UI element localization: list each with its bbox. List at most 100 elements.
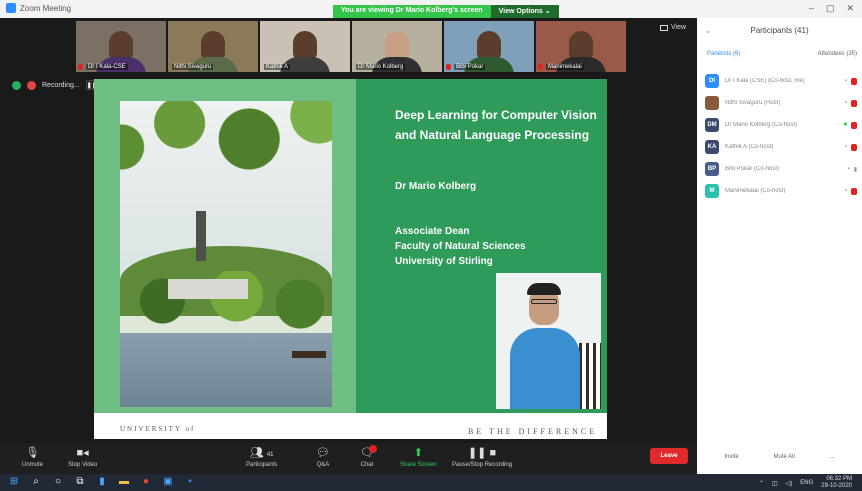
tile-name: Dr I Kala-CSE [86, 64, 128, 70]
cortana-icon[interactable]: ○ [52, 476, 64, 488]
zoom-app-icon[interactable]: ▪ [184, 476, 196, 488]
portrait-hair [527, 283, 561, 295]
participants-button[interactable]: 👥︎ 41 Participants [246, 446, 277, 468]
university-wordmark: UNIVERSITY of [120, 425, 196, 433]
video-icon: ▪ [844, 78, 847, 84]
pause-stop-recording-button[interactable]: ❚❚ ■ Pause/Stop Recording [452, 446, 512, 468]
participant-row[interactable]: DI Dr I Kala (CSE) (Co-host, me) ▪ [705, 70, 857, 92]
participant-avatar: M [705, 184, 719, 198]
video-icon: ▪ [847, 166, 850, 172]
windows-taskbar: ⊞ ⌕ ○ ⧉ ▮ ▬ ● ▣ ▪ ⌃ ◫ ◁) ENG 06:32 PM 29… [0, 474, 862, 491]
invite-button[interactable]: Invite [724, 454, 738, 460]
mic-muted-icon [538, 64, 543, 70]
affiliation-line: Faculty of Natural Sciences [395, 241, 526, 252]
mute-all-button[interactable]: Mute All [773, 454, 794, 460]
video-tile[interactable]: Kathik A [260, 21, 350, 72]
file-explorer-icon[interactable]: ▬ [118, 476, 130, 488]
security-shield-icon[interactable] [12, 80, 21, 90]
mic-muted-icon[interactable] [851, 99, 857, 107]
participants-label: Participants [246, 462, 278, 468]
tile-name: Bibi Pokar [454, 64, 486, 70]
more-button[interactable]: ... [830, 454, 835, 460]
tab-attendees[interactable]: Attendees (35) [818, 51, 857, 57]
maximize-button[interactable]: ▢ [826, 3, 835, 14]
stop-video-button[interactable]: ■◂ Stop Video [68, 446, 97, 468]
volume-icon[interactable]: ◁) [786, 480, 793, 487]
store-icon[interactable]: ▣ [162, 476, 174, 488]
portrait-glasses [531, 299, 557, 304]
participant-avatar: KA [705, 140, 719, 154]
leave-button[interactable]: Leave [650, 448, 688, 464]
share-screen-button[interactable]: ⬆ Share Screen [400, 446, 437, 468]
unmute-button[interactable]: 🎙︎ Unmute [22, 446, 43, 468]
share-banner-text: You are viewing Dr Mario Kolberg's scree… [333, 5, 491, 18]
mic-muted-icon [446, 64, 451, 70]
participant-row[interactable]: M Manimekalai (Co-host) ▪ [705, 180, 857, 202]
window-title-bar: Zoom Meeting You are viewing Dr Mario Ko… [0, 0, 862, 18]
search-icon[interactable]: ⌕ [30, 476, 42, 488]
shared-screen-slide: Deep Learning for Computer Vision and Na… [94, 79, 607, 439]
participant-name: Manimekalai (Co-host) [725, 188, 786, 194]
system-clock[interactable]: 06:32 PM 29-10-2020 [821, 476, 852, 490]
task-view-icon[interactable]: ⧉ [74, 476, 86, 488]
participant-row[interactable]: KA Kathik A (Co-host) ▪ [705, 136, 857, 158]
portrait-shirt [510, 328, 580, 409]
screen-share-banner: You are viewing Dr Mario Kolberg's scree… [333, 5, 559, 18]
network-icon[interactable]: ◫ [772, 480, 778, 487]
participants-title: Participants (41) [750, 26, 809, 35]
slide-title: Deep Learning for Computer Vision and Na… [395, 108, 597, 142]
view-options-button[interactable]: View Options ⌄ [490, 5, 559, 18]
chrome-icon[interactable]: ● [140, 476, 152, 488]
mic-muted-icon[interactable] [851, 121, 857, 129]
word-app-icon[interactable]: ▮ [96, 476, 108, 488]
participant-row[interactable]: Nithi Sivaguru (Host) ▪ [705, 92, 857, 114]
pause-stop-icon: ❚❚ ■ [467, 447, 497, 459]
affiliation-line: Associate Dean [395, 226, 470, 237]
video-tile[interactable]: Dr Mario Kolberg [352, 21, 442, 72]
participant-row[interactable]: DM Dr Mario Kolberg (Co-host) ■ [705, 114, 857, 136]
participants-panel: ⌄ Participants (41) Panelists (6) Attend… [697, 18, 862, 474]
slide-tagline: BE THE DIFFERENCE [468, 427, 598, 436]
windows-start-icon[interactable]: ⊞ [8, 476, 20, 488]
tab-panelists[interactable]: Panelists (6) [707, 51, 740, 57]
pause-stop-recording-label: Pause/Stop Recording [452, 462, 513, 468]
participant-name: Kathik A (Co-host) [725, 144, 774, 150]
video-tile[interactable]: Bibi Pokar [444, 21, 534, 72]
video-tile[interactable]: Manimekalai [536, 21, 626, 72]
language-indicator[interactable]: ENG [800, 480, 813, 486]
mic-muted-icon[interactable] [851, 187, 857, 195]
slide-footer: UNIVERSITY of BE THE DIFFERENCE [94, 413, 607, 439]
tile-name: Dr Mario Kolberg [356, 64, 406, 70]
gallery-view-button[interactable]: View [660, 24, 686, 31]
slide-author: Dr Mario Kolberg [395, 181, 477, 192]
mic-muted-icon[interactable] [851, 77, 857, 85]
photo-water [120, 333, 332, 407]
slide-left-panel [94, 79, 356, 413]
participants-icon: 👥︎ 41 [249, 447, 274, 459]
slide-affiliation: Associate Dean Faculty of Natural Scienc… [395, 224, 526, 269]
chat-button[interactable]: 🗨︎ Chat [360, 445, 377, 468]
campus-photo [120, 101, 332, 407]
mic-muted-icon[interactable] [851, 143, 857, 151]
participant-avatar: DM [705, 118, 719, 132]
participant-row[interactable]: BP Bibi Pokar (Co-host) ▪ ▮ [705, 158, 857, 180]
video-gallery-strip: Dr I Kala-CSE Nithi Sivaguru Kathik A Dr… [76, 21, 626, 72]
participants-count: 41 [266, 452, 274, 458]
photo-building [168, 279, 248, 299]
close-button[interactable]: ✕ [846, 3, 854, 14]
participants-footer: Invite Mute All ... [707, 454, 852, 460]
minimize-button[interactable]: – [809, 3, 814, 14]
participant-avatar: BP [705, 162, 719, 176]
qa-button[interactable]: 💬︎ Q&A [316, 446, 330, 468]
unmute-label: Unmute [22, 462, 44, 468]
video-tile[interactable]: Dr I Kala-CSE [76, 21, 166, 72]
tray-expand-icon[interactable]: ⌃ [759, 480, 764, 487]
photo-leaves [120, 101, 332, 171]
tile-name: Nithi Sivaguru [172, 64, 214, 70]
zoom-logo-icon [6, 3, 16, 13]
video-tile[interactable]: Nithi Sivaguru [168, 21, 258, 72]
tile-name: Kathik A [264, 64, 291, 70]
clock-time: 06:32 PM [826, 476, 852, 482]
mic-icon[interactable]: ▮ [854, 166, 857, 173]
video-icon: ▪ [844, 144, 847, 150]
